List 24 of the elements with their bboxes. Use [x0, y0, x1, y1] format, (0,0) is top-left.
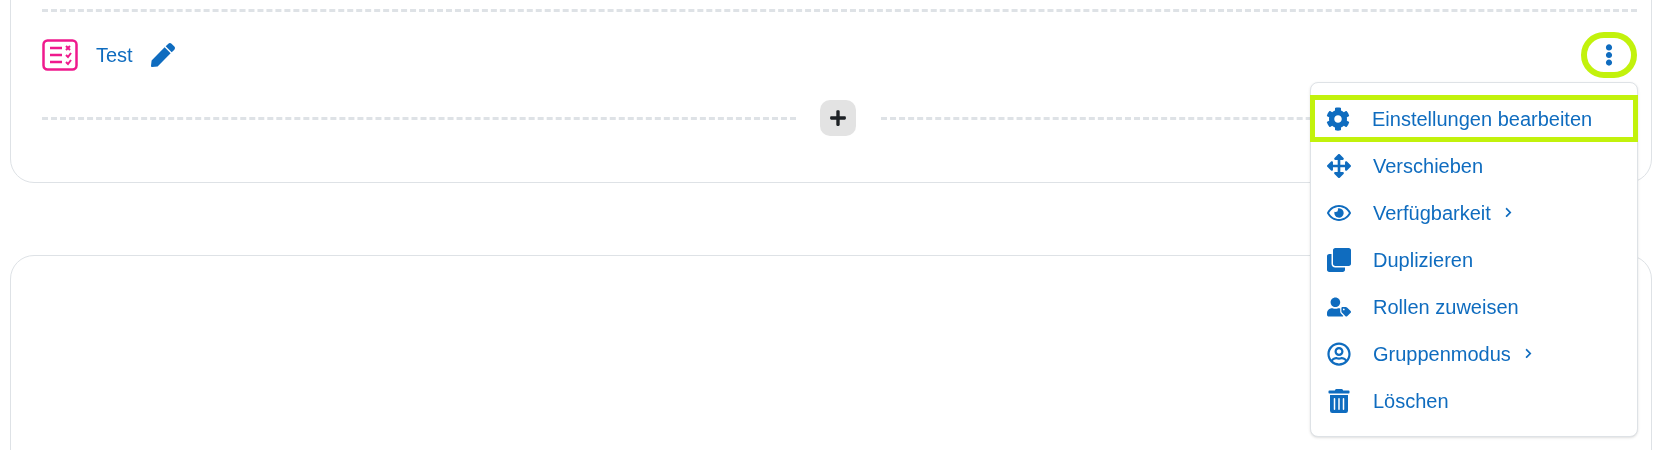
gear-icon: [1326, 106, 1350, 131]
add-button[interactable]: [820, 100, 856, 136]
menu-item[interactable]: Löschen: [1311, 377, 1637, 424]
pencil-icon[interactable]: [150, 43, 175, 67]
activity-link[interactable]: Test: [96, 40, 133, 70]
menu-item[interactable]: Einstellungen bearbeiten: [1310, 95, 1638, 142]
checklist-icon: [42, 39, 78, 71]
plus-icon: [829, 109, 847, 127]
menu-item[interactable]: Rollen zuweisen: [1311, 283, 1637, 330]
menu-item-label: Verschieben: [1373, 153, 1484, 179]
trash-icon: [1327, 388, 1351, 413]
menu-item-label: Duplizieren: [1373, 247, 1474, 273]
menu-item-label: Rollen zuweisen: [1373, 294, 1519, 320]
menu-item[interactable]: Gruppenmodus: [1311, 330, 1637, 377]
copy-icon: [1327, 247, 1351, 272]
menu-item-label: Einstellungen bearbeiten: [1372, 106, 1593, 132]
menu-item-label: Gruppenmodus: [1373, 341, 1511, 367]
move-arrows-icon: [1327, 153, 1351, 178]
menu-item[interactable]: Verfügbarkeit: [1311, 189, 1637, 236]
menu-item-label: Löschen: [1373, 388, 1449, 414]
menu-item[interactable]: Duplizieren: [1311, 236, 1637, 283]
menu-item-label: Verfügbarkeit: [1373, 200, 1491, 226]
user-tag-icon: [1327, 294, 1351, 319]
menu-item[interactable]: Verschieben: [1311, 142, 1637, 189]
